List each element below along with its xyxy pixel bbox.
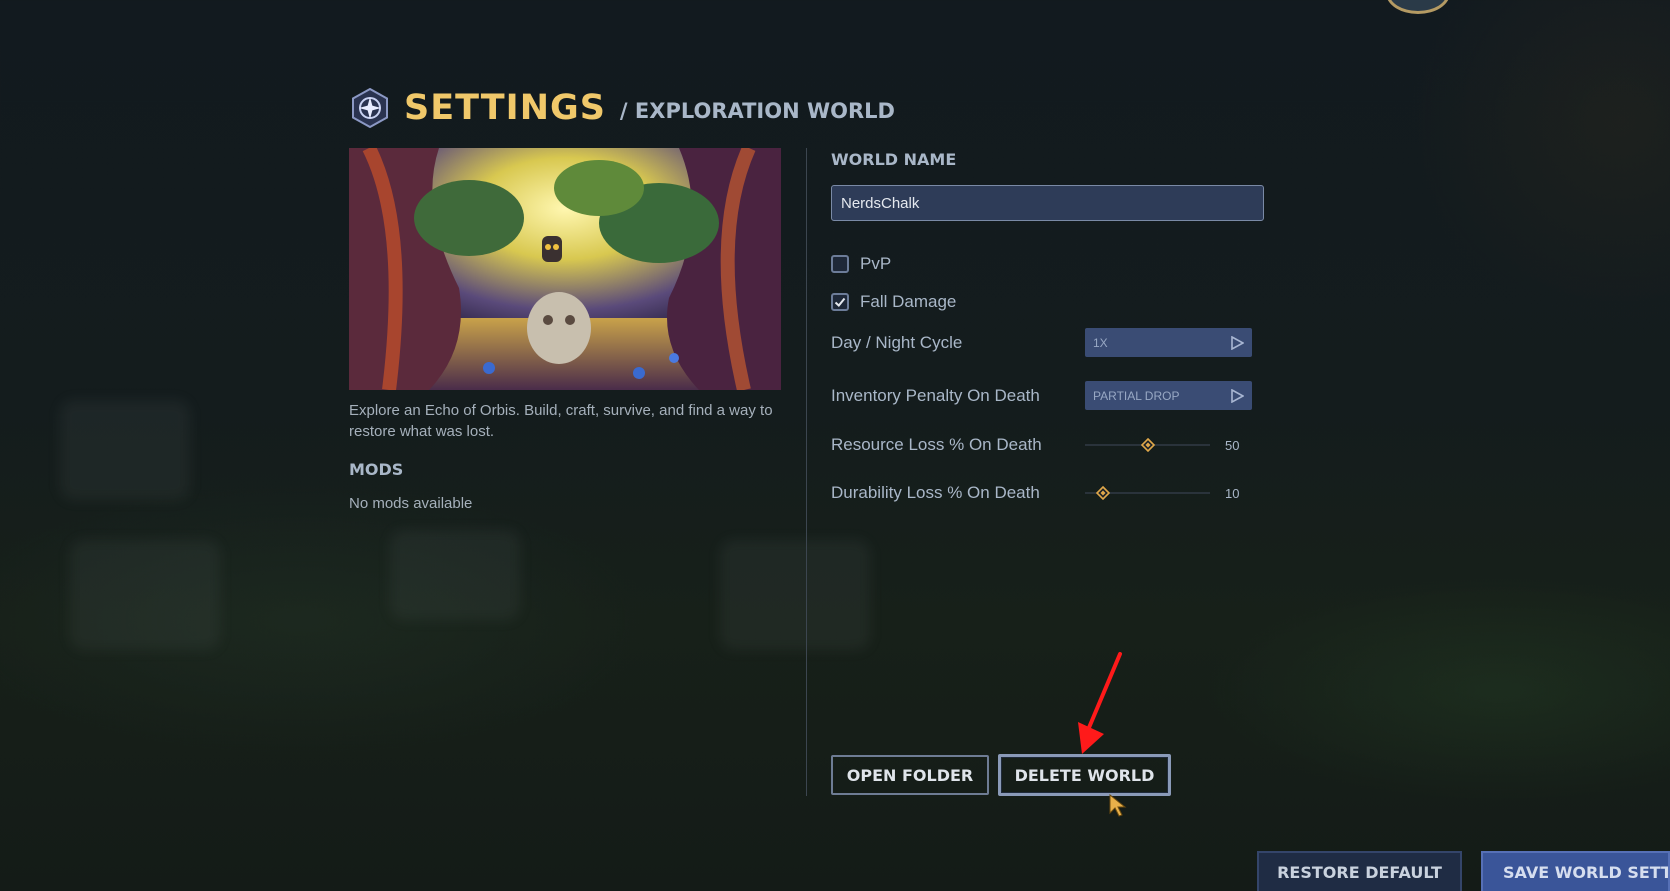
day-night-cycle-label: Day / Night Cycle [831, 333, 963, 352]
resource-loss-slider[interactable] [1085, 435, 1210, 455]
page-title: SETTINGS [404, 88, 606, 128]
fall-damage-label: Fall Damage [860, 292, 957, 311]
durability-loss-label: Durability Loss % On Death [831, 483, 1040, 502]
day-night-cycle-value: 1X [1093, 335, 1108, 350]
pvp-toggle[interactable]: PvP [831, 254, 891, 274]
pvp-label: PvP [860, 254, 892, 273]
forest-illustration [349, 148, 781, 390]
save-world-settings-button[interactable]: SAVE WORLD SETTINGS [1481, 851, 1670, 891]
restore-default-button[interactable]: RESTORE DEFAULT [1257, 851, 1462, 891]
annotation-arrow-icon [1078, 652, 1122, 754]
compass-emblem-icon [352, 88, 388, 128]
fall-damage-checkbox[interactable] [831, 293, 849, 311]
background-scenery [70, 540, 220, 650]
fall-damage-toggle[interactable]: Fall Damage [831, 292, 956, 312]
durability-loss-value: 10 [1225, 486, 1240, 501]
world-name-input[interactable] [831, 185, 1264, 221]
diamond-icon[interactable] [1096, 486, 1111, 500]
world-name-label: WORLD NAME [831, 150, 957, 169]
open-folder-button[interactable]: OPEN FOLDER [831, 755, 989, 795]
mouse-cursor-icon [1109, 794, 1127, 817]
play-arrow-icon[interactable] [1230, 388, 1244, 403]
diamond-icon[interactable] [1140, 438, 1155, 452]
background-scenery [60, 400, 190, 500]
resource-loss-value: 50 [1225, 438, 1240, 453]
inventory-penalty-label: Inventory Penalty On Death [831, 386, 1040, 405]
play-arrow-icon[interactable] [1230, 335, 1244, 350]
panel-divider [806, 148, 807, 796]
world-preview-image [349, 148, 781, 390]
inventory-penalty-value: PARTIAL DROP [1093, 388, 1180, 403]
page-header: SETTINGS / EXPLORATION WORLD [350, 88, 895, 128]
checkmark-icon [834, 297, 846, 307]
page-subtitle: / EXPLORATION WORLD [619, 99, 895, 123]
durability-loss-slider[interactable] [1085, 483, 1210, 503]
inventory-penalty-selector[interactable]: PARTIAL DROP [1085, 381, 1252, 410]
pvp-checkbox[interactable] [831, 255, 849, 273]
background-scenery [390, 530, 520, 620]
background-scenery [720, 540, 870, 650]
mods-empty-message: No mods available [349, 495, 473, 512]
corner-emblem [1386, 0, 1450, 14]
world-description: Explore an Echo of Orbis. Build, craft, … [349, 402, 773, 440]
mods-heading: MODS [349, 460, 404, 479]
delete-world-button[interactable]: DELETE WORLD [998, 754, 1171, 796]
resource-loss-label: Resource Loss % On Death [831, 435, 1042, 454]
day-night-cycle-selector[interactable]: 1X [1085, 328, 1252, 357]
